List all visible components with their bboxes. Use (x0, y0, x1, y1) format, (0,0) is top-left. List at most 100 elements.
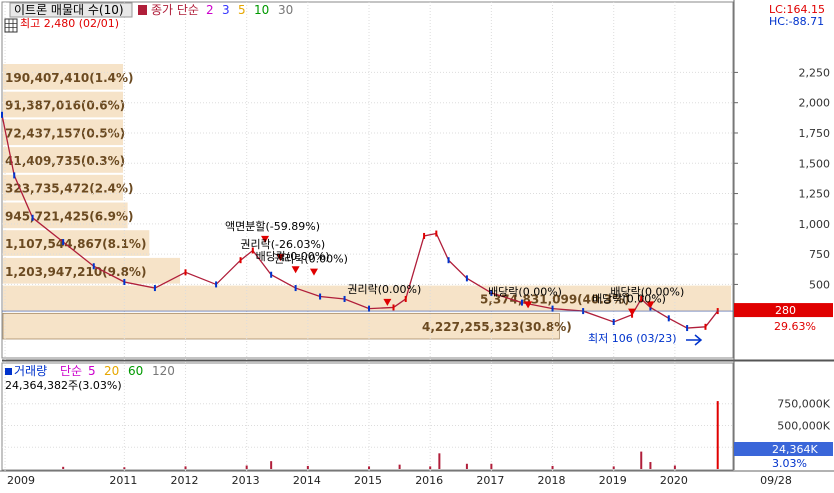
volume-ma-period-label: 60 (128, 364, 143, 378)
price-candle (520, 299, 523, 306)
price-candle (184, 269, 187, 276)
time-tick-label: 2009 (7, 474, 35, 487)
price-tick-label: 2,000 (799, 97, 831, 110)
current-volume-label: 24,364K (772, 443, 818, 456)
max-price-label: 최고 2,480 (02/01) (20, 17, 119, 30)
volume-profile-label: 1,203,947,210(9.8%) (5, 265, 146, 279)
stock-chart: 4,227,255,323(30.8%) 5,374,831,099(40.3%)… (0, 0, 834, 489)
time-tick-label: 2018 (538, 474, 566, 487)
volume-bar (184, 466, 187, 469)
ma-period-label: 3 (222, 3, 230, 17)
price-candle (343, 295, 346, 302)
time-tick-label: 2011 (109, 474, 137, 487)
time-tick-label: 09/28 (760, 474, 792, 487)
price-candle (319, 293, 322, 300)
price-tick-label: 750 (809, 248, 830, 261)
price-candle (270, 271, 273, 278)
volume-bar (612, 466, 615, 469)
volume-bar (673, 465, 676, 469)
price-candle (294, 285, 297, 292)
price-candle (31, 214, 34, 221)
ma-period-label: 2 (206, 3, 214, 17)
current-price-label: 280 (775, 304, 796, 317)
volume-profile-label: 1,107,544,867(8.1%) (5, 237, 146, 251)
volume-bar (640, 451, 643, 469)
volume-tick-label: 500,000K (777, 419, 830, 432)
volume-bar (62, 466, 65, 469)
event-annotation: 권리락(-26.03%) (240, 238, 325, 251)
price-candle (392, 304, 395, 311)
price-tick-label: 1,250 (799, 188, 831, 201)
ma-period-label: 5 (238, 3, 246, 17)
event-annotation: 배당락(0.00%) (488, 285, 562, 298)
time-tick-label: 2012 (171, 474, 199, 487)
price-candle (123, 279, 126, 285)
volume-bar (270, 461, 273, 469)
price-tick-label: 1,000 (799, 218, 831, 231)
price-candle (13, 172, 16, 179)
volume-bar (649, 462, 652, 469)
price-candle (686, 325, 689, 332)
volume-bar (551, 465, 554, 469)
price-tick-label: 1,750 (799, 127, 831, 140)
event-annotation: 권리락(0.00%) (274, 253, 348, 266)
event-annotation: 권리락(0.00%) (347, 283, 421, 296)
volume-bar (306, 465, 309, 469)
price-candle (667, 315, 670, 322)
volume-bar (465, 463, 468, 469)
volume-profile-label: 41,409,735(0.3%) (5, 154, 125, 168)
ma-period-label: 10 (254, 3, 269, 17)
volume-bar (429, 466, 432, 469)
volume-bar (716, 401, 719, 469)
volume-bar (490, 463, 493, 469)
volume-title: 거래량 (14, 364, 47, 378)
volume-tick-label: 750,000K (777, 398, 830, 411)
price-tick-label: 500 (809, 278, 830, 291)
volume-bar (368, 466, 371, 469)
volume-profile-label: 323,735,472(2.4%) (5, 182, 134, 196)
min-price-label: 최저 106 (03/23) (588, 332, 677, 345)
volume-ma-period-label: 120 (152, 364, 175, 378)
current-change-label: 29.63% (774, 320, 816, 333)
price-candle (423, 232, 426, 239)
price-candle (153, 285, 156, 292)
hc-label: HC:-88.71 (769, 15, 824, 28)
time-tick-label: 2019 (599, 474, 627, 487)
volume-bar (123, 467, 126, 469)
volume-profile-label: 945,721,425(6.9%) (5, 209, 134, 223)
price-candle (215, 281, 218, 288)
volume-profile-label: 91,387,016(0.6%) (5, 99, 125, 113)
volume-bar (245, 465, 248, 469)
grid-icon[interactable] (4, 18, 18, 33)
price-candle (612, 318, 615, 325)
volume-value-label: 24,364,382주(3.03%) (5, 379, 122, 392)
time-tick-label: 2016 (415, 474, 443, 487)
price-candle (62, 239, 65, 246)
price-candle (1, 111, 3, 118)
current-volume-pct-label: 3.03% (772, 457, 807, 470)
price-type-label: 종가 단순 (151, 3, 199, 17)
time-tick-label: 2015 (354, 474, 382, 487)
time-tick-label: 2017 (476, 474, 504, 487)
volume-ma-period-label: 5 (88, 364, 96, 378)
price-candle (447, 257, 450, 264)
price-type-swatch (138, 5, 147, 15)
event-annotation: 배당락(0.00%) (592, 293, 666, 306)
price-candle (435, 230, 438, 237)
price-candle (404, 295, 407, 302)
price-candle (704, 323, 707, 330)
volume-ma-period-label: 20 (104, 364, 119, 378)
volume-profile-label: 4,227,255,323(30.8%) (422, 320, 572, 334)
volume-bar (398, 464, 401, 469)
event-annotation: 액면분할(-59.89%) (225, 220, 320, 233)
chart-title: 이트론 매물대 수(10) (14, 3, 124, 17)
price-candle (239, 257, 242, 264)
volume-bar (438, 453, 441, 469)
time-tick-label: 2020 (660, 474, 688, 487)
chart-canvas: 4,227,255,323(30.8%)5,374,831,099(40.3%)… (0, 0, 834, 489)
volume-legend-swatch (5, 368, 12, 375)
time-tick-label: 2013 (232, 474, 260, 487)
volume-type: 단순 (60, 364, 82, 378)
price-candle (92, 263, 95, 270)
price-tick-label: 1,500 (799, 157, 831, 170)
